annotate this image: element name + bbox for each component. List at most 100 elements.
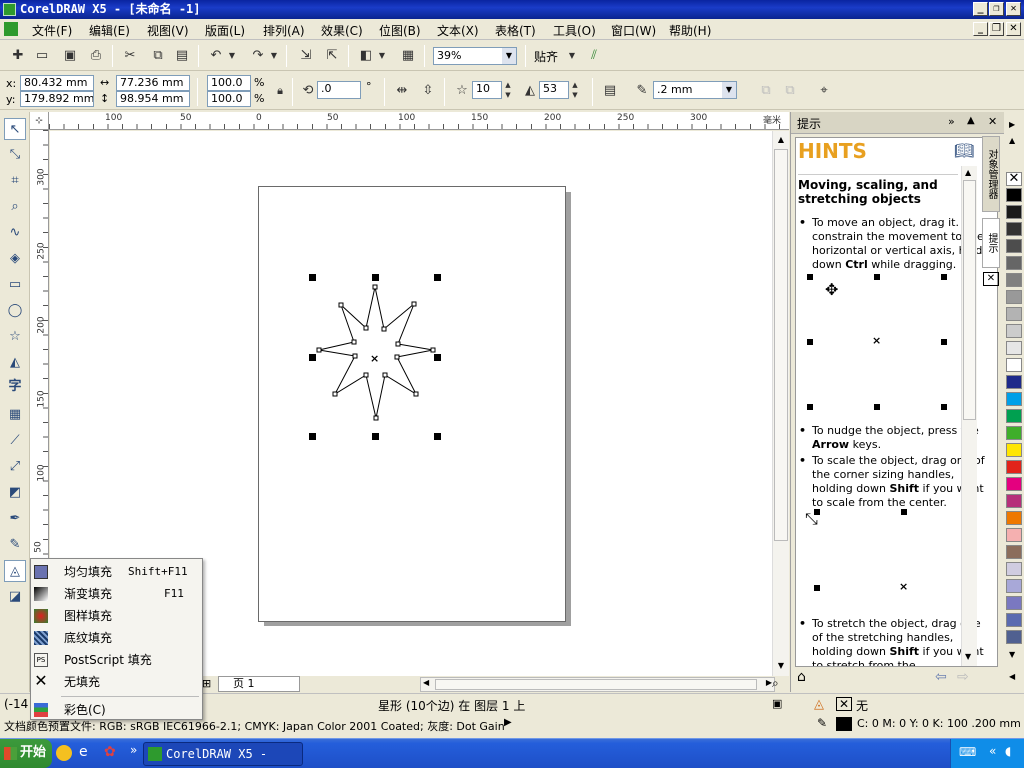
hscroll-thumb[interactable] bbox=[435, 679, 757, 690]
doc-close-icon[interactable]: ✕ bbox=[1006, 22, 1021, 36]
menu-item-color[interactable]: 彩色(C) bbox=[31, 699, 202, 721]
color-swatch[interactable] bbox=[1006, 545, 1022, 559]
forward-icon[interactable]: ⇨ bbox=[957, 669, 969, 685]
menu-item-pattern-fill[interactable]: 图样填充 bbox=[31, 605, 202, 627]
height-field[interactable]: 98.954 mm bbox=[116, 91, 190, 107]
scale-y-field[interactable]: 100.0 bbox=[207, 91, 251, 107]
menu-edit[interactable]: 编辑(E) bbox=[89, 22, 130, 39]
page-tab[interactable]: 页 1 bbox=[218, 676, 300, 692]
open-icon[interactable]: ▭ bbox=[32, 46, 52, 66]
color-swatch[interactable] bbox=[1006, 494, 1022, 508]
welcome-screen-icon[interactable]: ▦ bbox=[398, 46, 418, 66]
save-icon[interactable]: ▣ bbox=[60, 46, 80, 66]
shape-tool-icon[interactable]: ⤡ bbox=[4, 144, 26, 166]
menu-item-fountain-fill[interactable]: 渐变填充 F11 bbox=[31, 583, 202, 605]
undo-dropdown-icon[interactable]: ▼ bbox=[226, 46, 238, 66]
menu-file[interactable]: 文件(F) bbox=[32, 22, 72, 39]
object-manager-tab[interactable]: 对象管理器 bbox=[982, 136, 1000, 212]
ie-icon[interactable]: e bbox=[79, 744, 88, 760]
polygon-tool-icon[interactable]: ☆ bbox=[4, 326, 26, 348]
blend-tool-icon[interactable]: ◩ bbox=[4, 482, 26, 504]
horizontal-scrollbar[interactable]: ◀ ▶ bbox=[420, 677, 775, 692]
color-swatch[interactable] bbox=[1006, 290, 1022, 304]
minimize-icon[interactable]: _ bbox=[973, 2, 988, 16]
color-swatch[interactable] bbox=[1006, 511, 1022, 525]
palette-scroll-up-icon[interactable]: ▶ bbox=[1009, 120, 1015, 129]
color-swatch[interactable] bbox=[1006, 579, 1022, 593]
options-icon[interactable]: ⫽ bbox=[584, 46, 604, 66]
menu-item-uniform-fill[interactable]: 均匀填充 Shift+F11 bbox=[31, 561, 202, 583]
horizontal-ruler[interactable]: 100 50 0 50 100 150 200 250 300 毫米 bbox=[49, 112, 789, 130]
zoom-level-select[interactable]: 39% ▼ bbox=[433, 47, 517, 65]
tab-close-icon[interactable]: ✕ bbox=[983, 272, 999, 286]
export-icon[interactable]: ⇱ bbox=[322, 46, 342, 66]
keyboard-icon[interactable]: ⌨ bbox=[959, 745, 976, 759]
scroll-thumb[interactable] bbox=[774, 149, 788, 541]
menu-window[interactable]: 窗口(W) bbox=[611, 22, 656, 39]
redo-icon[interactable]: ↷ bbox=[248, 46, 268, 66]
color-swatch[interactable] bbox=[1006, 460, 1022, 474]
palette-expand-icon[interactable]: ◀ bbox=[1009, 672, 1015, 681]
color-swatch[interactable] bbox=[1006, 613, 1022, 627]
color-swatch[interactable] bbox=[1006, 239, 1022, 253]
rotation-field[interactable]: .0 bbox=[317, 81, 361, 99]
cut-icon[interactable]: ✂ bbox=[120, 46, 140, 66]
print-icon[interactable]: ⎙ bbox=[86, 46, 106, 66]
hints-scrollbar[interactable]: ▲ ▼ bbox=[961, 166, 977, 666]
menu-item-postscript-fill[interactable]: PS PostScript 填充 bbox=[31, 649, 202, 671]
outline-tool-icon[interactable]: ✎ bbox=[4, 534, 26, 556]
color-swatch[interactable] bbox=[1006, 596, 1022, 610]
menu-arrange[interactable]: 排列(A) bbox=[263, 22, 305, 39]
menu-item-texture-fill[interactable]: 底纹填充 bbox=[31, 627, 202, 649]
palette-scroll-icon[interactable]: ▲ bbox=[1009, 136, 1015, 145]
color-swatch[interactable] bbox=[1006, 256, 1022, 270]
menu-help[interactable]: 帮助(H) bbox=[669, 22, 711, 39]
menu-effects[interactable]: 效果(C) bbox=[321, 22, 363, 39]
color-swatch[interactable] bbox=[1006, 443, 1022, 457]
crop-tool-icon[interactable]: ⌗ bbox=[4, 170, 26, 192]
color-swatch[interactable] bbox=[1006, 324, 1022, 338]
fill-tool-icon[interactable]: ◬ bbox=[4, 560, 26, 582]
wrap-text-icon[interactable]: ▤ bbox=[600, 81, 620, 101]
color-swatch[interactable] bbox=[1006, 630, 1022, 644]
mirror-vertical-icon[interactable]: ⇳ bbox=[418, 81, 438, 101]
redo-dropdown-icon[interactable]: ▼ bbox=[268, 46, 280, 66]
dimension-tool-icon[interactable]: ⟋ bbox=[4, 430, 26, 452]
doc-minimize-icon[interactable]: _ bbox=[973, 22, 988, 36]
color-swatch[interactable] bbox=[1006, 562, 1022, 576]
menu-bitmaps[interactable]: 位图(B) bbox=[379, 22, 421, 39]
menu-item-no-fill[interactable]: ✕ 无填充 bbox=[31, 671, 202, 693]
convert-to-curves-icon[interactable]: ⌖ bbox=[814, 81, 834, 101]
home-icon[interactable]: ⌂ bbox=[797, 669, 806, 685]
scroll-down-icon[interactable]: ▼ bbox=[774, 659, 788, 673]
scroll-left-icon[interactable]: ◀ bbox=[423, 678, 429, 687]
snap-to-label[interactable]: 贴齐 bbox=[534, 48, 558, 65]
zoom-dropdown-icon[interactable]: ▼ bbox=[502, 48, 516, 64]
combine-icon[interactable]: ⧉ bbox=[756, 81, 776, 101]
ruler-origin-icon[interactable]: ⊹ bbox=[30, 112, 49, 130]
x-position-field[interactable]: 80.432 mm bbox=[20, 75, 94, 91]
doc-info-arrow-icon[interactable]: ▶ bbox=[504, 717, 512, 728]
copy-icon[interactable]: ⧉ bbox=[148, 46, 168, 66]
star-points-field[interactable]: 10 bbox=[472, 81, 502, 99]
menu-layout[interactable]: 版面(L) bbox=[205, 22, 245, 39]
color-swatch[interactable] bbox=[1006, 188, 1022, 202]
undo-icon[interactable]: ↶ bbox=[206, 46, 226, 66]
hints-tab[interactable]: 提示 bbox=[982, 218, 1000, 268]
text-tool-icon[interactable]: 字 bbox=[4, 376, 26, 398]
doc-restore-icon[interactable]: ❐ bbox=[989, 22, 1004, 36]
menu-tools[interactable]: 工具(O) bbox=[553, 22, 596, 39]
snap-dropdown-icon[interactable]: ▼ bbox=[566, 46, 578, 66]
color-swatch[interactable] bbox=[1006, 273, 1022, 287]
smart-fill-icon[interactable]: ◈ bbox=[4, 248, 26, 270]
quicklaunch-expand-icon[interactable]: » bbox=[130, 743, 137, 757]
color-swatch[interactable] bbox=[1006, 222, 1022, 236]
rectangle-tool-icon[interactable]: ▭ bbox=[4, 274, 26, 296]
scroll-up-icon[interactable]: ▲ bbox=[774, 133, 788, 147]
paste-icon[interactable]: ▤ bbox=[172, 46, 192, 66]
start-button[interactable]: 开始 bbox=[0, 739, 52, 768]
connector-tool-icon[interactable]: ⤢ bbox=[4, 456, 26, 478]
color-swatch[interactable] bbox=[1006, 392, 1022, 406]
hints-scroll-up-icon[interactable]: ▲ bbox=[965, 168, 971, 177]
hints-scroll-thumb[interactable] bbox=[963, 180, 976, 420]
